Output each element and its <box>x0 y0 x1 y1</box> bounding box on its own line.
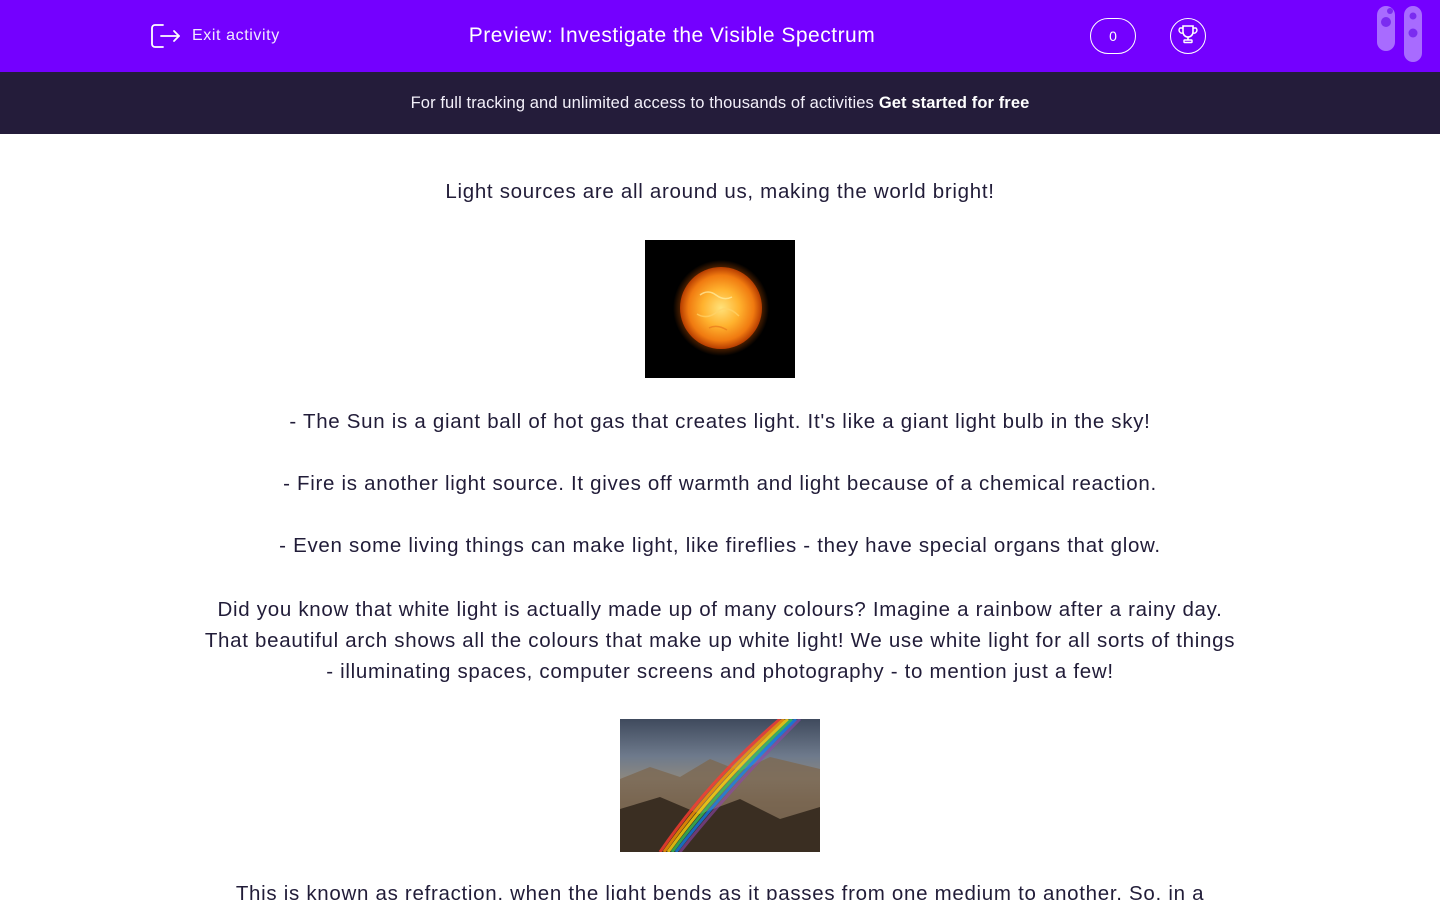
trophy-button[interactable] <box>1170 18 1206 54</box>
paragraph-line-2: That beautiful arch shows all the colour… <box>204 629 1236 652</box>
logo-icon <box>1376 6 1424 64</box>
page-title: Preview: Investigate the Visible Spectru… <box>468 24 876 47</box>
signup-banner: For full tracking and unlimited access t… <box>0 72 1440 134</box>
exit-activity-button[interactable]: Exit activity <box>150 20 280 52</box>
sun-image <box>645 240 795 378</box>
exit-activity-label: Exit activity <box>192 27 280 44</box>
intro-text: Light sources are all around us, making … <box>445 180 995 203</box>
score-badge: 0 <box>1090 18 1136 54</box>
paragraph-line-1: Did you know that white light is actuall… <box>217 598 1223 621</box>
exit-icon <box>150 22 182 50</box>
rainbow-image <box>620 719 820 852</box>
bullet-fire: - Fire is another light source. It gives… <box>283 472 1157 495</box>
bullet-fireflies: - Even some living things can make light… <box>279 534 1161 557</box>
refraction-text: This is known as refraction, when the li… <box>235 882 1205 900</box>
top-bar: Exit activity Preview: Investigate the V… <box>0 0 1440 72</box>
banner-text: For full tracking and unlimited access t… <box>410 93 874 112</box>
bullet-sun: - The Sun is a giant ball of hot gas tha… <box>289 410 1151 433</box>
paragraph-line-3: - illuminating spaces, computer screens … <box>326 660 1114 683</box>
trophy-icon <box>1177 23 1199 50</box>
get-started-link[interactable]: Get started for free <box>879 94 1030 113</box>
activity-content: Light sources are all around us, making … <box>0 134 1440 900</box>
